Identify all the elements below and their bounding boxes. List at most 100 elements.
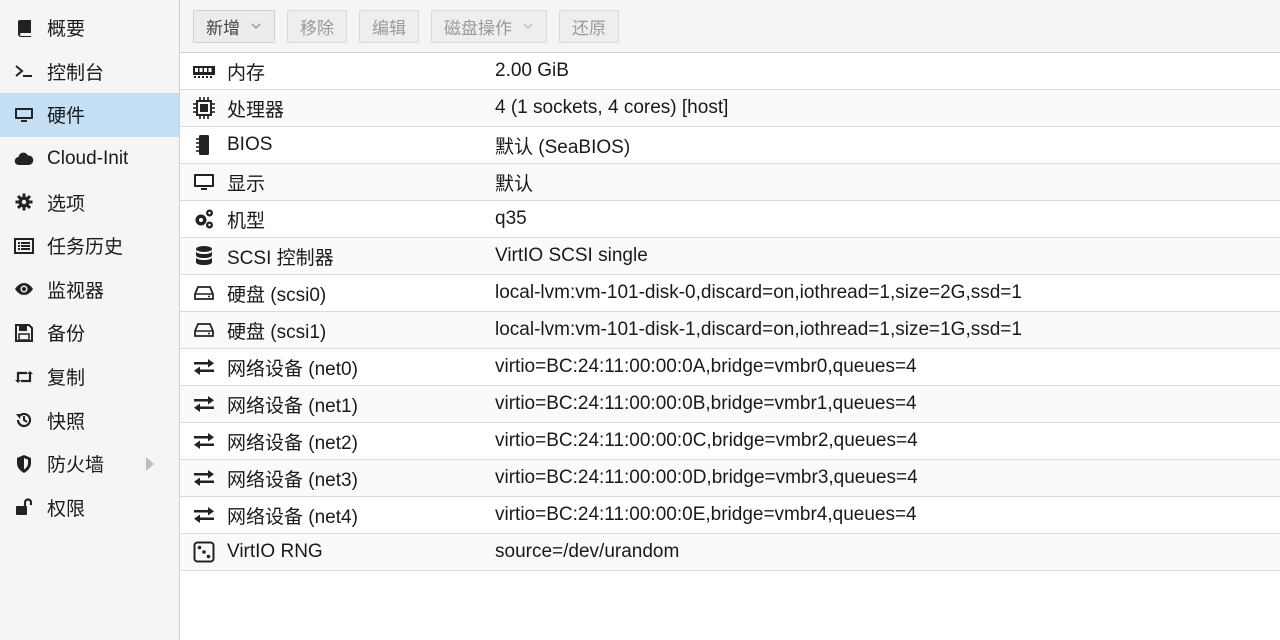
chevron-down-icon — [250, 20, 262, 32]
row-value: virtio=BC:24:11:00:00:0C,bridge=vmbr2,qu… — [495, 430, 918, 451]
sidebar-item-label: 备份 — [47, 324, 86, 346]
sidebar-item-label: 防火墙 — [47, 455, 105, 477]
desktop-icon — [180, 171, 227, 193]
toolbar: 新增 移除 编辑 磁盘操作 还原 — [180, 0, 1280, 53]
sidebar-item-cloud-init[interactable]: Cloud-Init — [0, 137, 179, 181]
sidebar-item-hardware[interactable]: 硬件 — [0, 93, 179, 137]
database-icon — [180, 245, 227, 267]
table-row[interactable]: 网络设备 (net1) virtio=BC:24:11:00:00:0B,bri… — [180, 386, 1280, 423]
sidebar-item-label: 权限 — [47, 498, 86, 520]
book-icon — [12, 17, 36, 39]
row-value: local-lvm:vm-101-disk-1,discard=on,iothr… — [495, 319, 1022, 340]
exchange-icon — [180, 504, 227, 526]
exchange-icon — [180, 393, 227, 415]
cloud-icon — [12, 148, 36, 170]
table-row[interactable]: 内存 2.00 GiB — [180, 53, 1280, 90]
sidebar-item-monitor[interactable]: 监视器 — [0, 268, 179, 312]
eye-icon — [12, 278, 36, 300]
row-name: VirtIO RNG — [227, 541, 323, 562]
revert-button[interactable]: 还原 — [559, 9, 619, 43]
sidebar-item-label: 快照 — [47, 411, 86, 433]
expand-arrow-icon[interactable] — [146, 456, 154, 471]
sidebar-item-label: Cloud-Init — [47, 147, 129, 169]
retweet-icon — [12, 366, 36, 388]
sidebar-item-summary[interactable]: 概要 — [0, 6, 179, 50]
row-value: source=/dev/urandom — [495, 541, 680, 562]
row-value: 2.00 GiB — [495, 60, 569, 81]
table-row[interactable]: 网络设备 (net3) virtio=BC:24:11:00:00:0D,bri… — [180, 460, 1280, 497]
table-row[interactable]: 显示 默认 — [180, 164, 1280, 201]
add-button[interactable]: 新增 — [193, 9, 275, 43]
sidebar-item-label: 监视器 — [47, 280, 105, 302]
row-name: 网络设备 (net2) — [227, 432, 358, 454]
list-icon — [12, 235, 36, 257]
sidebar-item-label: 任务历史 — [47, 237, 124, 259]
sidebar-item-label: 选项 — [47, 193, 86, 215]
row-name: 硬盘 (scsi0) — [227, 284, 327, 306]
table-row[interactable]: 硬盘 (scsi1) local-lvm:vm-101-disk-1,disca… — [180, 312, 1280, 349]
row-name: 内存 — [227, 62, 266, 84]
table-row[interactable]: 网络设备 (net0) virtio=BC:24:11:00:00:0A,bri… — [180, 349, 1280, 386]
row-name: 显示 — [227, 173, 266, 195]
sidebar-item-snapshot[interactable]: 快照 — [0, 398, 179, 442]
sidebar-item-label: 硬件 — [47, 106, 86, 128]
sidebar-item-label: 复制 — [47, 368, 86, 390]
row-name: 网络设备 (net3) — [227, 469, 358, 491]
row-value: virtio=BC:24:11:00:00:0B,bridge=vmbr1,qu… — [495, 393, 917, 414]
row-name: SCSI 控制器 — [227, 247, 334, 269]
row-name: 网络设备 (net0) — [227, 358, 358, 380]
sidebar-item-backup[interactable]: 备份 — [0, 311, 179, 355]
row-value: VirtIO SCSI single — [495, 245, 648, 266]
sidebar-item-label: 概要 — [47, 19, 86, 41]
dice-icon — [180, 541, 227, 563]
gear-icon — [12, 191, 36, 213]
row-value: virtio=BC:24:11:00:00:0A,bridge=vmbr0,qu… — [495, 356, 917, 377]
sidebar-item-replication[interactable]: 复制 — [0, 355, 179, 399]
disk-action-button[interactable]: 磁盘操作 — [431, 9, 547, 43]
unlock-icon — [12, 496, 36, 518]
shield-icon — [12, 453, 36, 475]
row-name: 网络设备 (net4) — [227, 506, 358, 528]
row-name: 网络设备 (net1) — [227, 395, 358, 417]
gears-icon — [180, 208, 227, 230]
exchange-icon — [180, 430, 227, 452]
row-name: 硬盘 (scsi1) — [227, 321, 327, 343]
main-panel: 新增 移除 编辑 磁盘操作 还原 内存 2.00 GiB 处理器 4 (1 so… — [180, 0, 1280, 640]
memory-icon — [180, 60, 227, 82]
table-row[interactable]: VirtIO RNG source=/dev/urandom — [180, 534, 1280, 571]
chip-icon — [180, 134, 227, 156]
row-name: 机型 — [227, 210, 266, 232]
row-value: q35 — [495, 208, 527, 229]
table-row[interactable]: 网络设备 (net2) virtio=BC:24:11:00:00:0C,bri… — [180, 423, 1280, 460]
sidebar-item-label: 控制台 — [47, 62, 105, 84]
sidebar: 概要 控制台 硬件 Cloud-Init 选项 任务历史 监视器 备份 复制 快… — [0, 0, 180, 640]
terminal-icon — [12, 60, 36, 82]
hardware-grid: 内存 2.00 GiB 处理器 4 (1 sockets, 4 cores) [… — [180, 53, 1280, 571]
row-value: 默认 (SeaBIOS) — [495, 136, 631, 158]
sidebar-item-permissions[interactable]: 权限 — [0, 486, 179, 530]
row-value: 默认 — [495, 173, 534, 195]
row-value: virtio=BC:24:11:00:00:0D,bridge=vmbr3,qu… — [495, 467, 918, 488]
table-row[interactable]: 处理器 4 (1 sockets, 4 cores) [host] — [180, 90, 1280, 127]
table-row[interactable]: 机型 q35 — [180, 201, 1280, 238]
chevron-down-icon — [522, 20, 534, 32]
edit-button[interactable]: 编辑 — [359, 9, 419, 43]
exchange-icon — [180, 356, 227, 378]
row-name: 处理器 — [227, 99, 285, 121]
hdd-icon — [180, 319, 227, 341]
sidebar-item-task-history[interactable]: 任务历史 — [0, 224, 179, 268]
desktop-icon — [12, 104, 36, 126]
row-value: 4 (1 sockets, 4 cores) [host] — [495, 97, 729, 118]
sidebar-item-options[interactable]: 选项 — [0, 180, 179, 224]
hdd-icon — [180, 282, 227, 304]
table-row[interactable]: SCSI 控制器 VirtIO SCSI single — [180, 238, 1280, 275]
history-icon — [12, 409, 36, 431]
table-row[interactable]: BIOS 默认 (SeaBIOS) — [180, 127, 1280, 164]
table-row[interactable]: 网络设备 (net4) virtio=BC:24:11:00:00:0E,bri… — [180, 497, 1280, 534]
cpu-icon — [180, 97, 227, 119]
table-row[interactable]: 硬盘 (scsi0) local-lvm:vm-101-disk-0,disca… — [180, 275, 1280, 312]
row-value: virtio=BC:24:11:00:00:0E,bridge=vmbr4,qu… — [495, 504, 917, 525]
remove-button[interactable]: 移除 — [287, 9, 347, 43]
sidebar-item-firewall[interactable]: 防火墙 — [0, 442, 179, 486]
sidebar-item-console[interactable]: 控制台 — [0, 50, 179, 94]
